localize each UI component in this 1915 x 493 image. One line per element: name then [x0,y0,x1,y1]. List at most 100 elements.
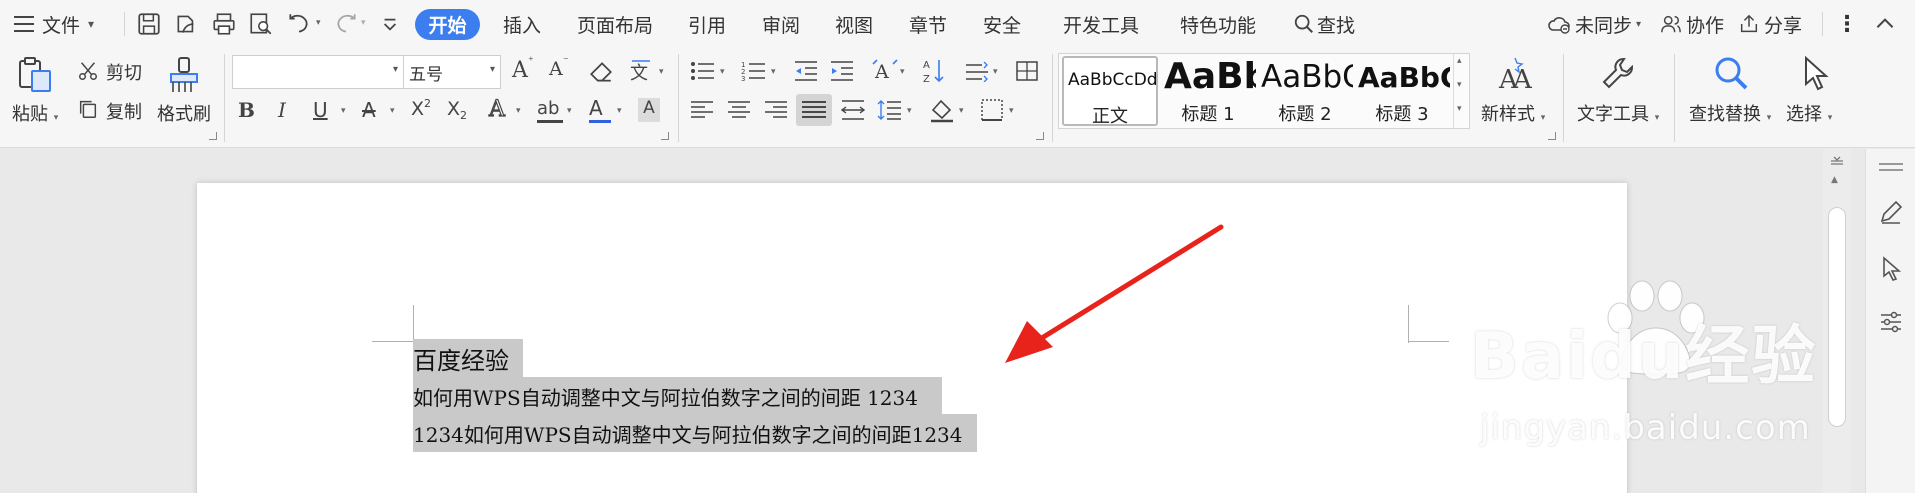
panel-handle-icon[interactable] [1879,163,1903,171]
italic-icon[interactable]: I [278,98,298,122]
align-left-icon[interactable] [690,100,714,120]
find-replace-icon[interactable] [1712,54,1750,92]
copy-icon[interactable] [77,98,99,120]
document-line[interactable]: 1234如何用WPS自动调整中文与阿拉伯数字之间的间距1234 [413,414,977,452]
collaborate-button[interactable]: 协作 [1660,0,1724,48]
style-heading-1[interactable]: AaBb 标题 1 [1160,56,1256,126]
text-tools-button[interactable]: 文字工具 ▾ [1577,100,1659,126]
chevron-down-icon[interactable]: ▾ [341,106,346,116]
chevron-down-icon[interactable]: ▾ [516,106,521,116]
tab-security[interactable]: 安全 [983,0,1021,48]
tab-insert[interactable]: 插入 [503,0,541,48]
text-effect-icon[interactable]: A [488,96,513,123]
select-cursor-icon[interactable] [1800,55,1830,93]
undo-icon[interactable] [286,11,312,37]
select-button[interactable]: 选择 ▾ [1786,100,1832,126]
chevron-down-icon[interactable]: ▾ [1457,80,1462,90]
redo-dropdown-icon[interactable]: ▾ [361,18,366,28]
clear-format-icon[interactable] [588,59,614,85]
gallery-expand-icon[interactable]: ▾ [1457,104,1462,114]
subscript-icon[interactable]: X2 [447,98,473,122]
tab-chapter[interactable]: 章节 [909,0,947,48]
pen-icon[interactable] [1878,199,1904,225]
phonetic-guide-icon[interactable]: 文 [628,57,656,85]
output-pdf-icon[interactable] [174,11,200,37]
shading-icon[interactable] [929,97,955,123]
character-shading-icon[interactable]: A [638,98,660,122]
document-page[interactable]: 百度经验 如何用WPS自动调整中文与阿拉伯数字之间的间距 1234 1234如何… [197,183,1627,493]
paste-icon[interactable] [15,55,55,95]
format-painter-icon[interactable] [166,56,202,94]
text-direction-icon[interactable]: A [871,58,899,84]
style-heading-2[interactable]: AaBbC 标题 2 [1257,56,1353,126]
gallery-scroll[interactable]: ▴ ▾ ▾ [1453,54,1469,128]
shrink-font-icon[interactable]: A ⁻ [549,54,575,84]
align-center-icon[interactable] [727,100,751,120]
sync-status-button[interactable]: 未同步 ▾ [1546,0,1641,48]
customize-quick-access-icon[interactable] [377,11,403,37]
bold-icon[interactable]: B [238,98,258,122]
share-button[interactable]: 分享 [1738,0,1802,48]
print-preview-icon[interactable] [248,11,274,37]
collapse-ribbon-icon[interactable] [1872,11,1898,37]
format-painter-button[interactable]: 格式刷 [157,100,211,126]
tab-references[interactable]: 引用 [688,0,726,48]
paste-button[interactable]: 粘贴 ▾ [12,100,58,126]
settings-sliders-icon[interactable] [1878,309,1904,335]
chevron-down-icon[interactable]: ▾ [907,106,912,116]
chevron-down-icon[interactable]: ▾ [659,67,664,77]
chevron-down-icon[interactable]: ▾ [720,67,725,77]
undo-dropdown-icon[interactable]: ▾ [316,18,321,28]
cut-button[interactable]: 剪切 [106,59,142,85]
chevron-down-icon[interactable]: ▾ [900,67,905,77]
styles-dialog-launcher[interactable] [1548,132,1556,140]
paragraph-dialog-launcher[interactable] [1036,132,1044,140]
split-view-icon[interactable] [1830,153,1844,165]
vertical-scrollbar[interactable]: ▲ [1823,149,1851,493]
sort-icon[interactable]: AZ [922,57,946,85]
new-style-icon[interactable]: AA [1497,56,1533,95]
font-size-select[interactable]: 五号 ▾ [403,55,501,89]
chevron-down-icon[interactable]: ▾ [390,106,395,116]
chevron-down-icon[interactable]: ▾ [771,67,776,77]
pointer-icon[interactable] [1878,255,1904,281]
paragraph-spacing-icon[interactable] [964,60,990,83]
style-heading-3[interactable]: AaBbC 标题 3 [1354,56,1450,126]
print-icon[interactable] [211,11,237,37]
line-spacing-icon[interactable] [877,99,903,121]
scissors-icon[interactable] [77,60,99,82]
justify-icon[interactable] [796,94,832,126]
scroll-thumb[interactable] [1828,207,1846,427]
chevron-down-icon[interactable]: ▾ [1009,106,1014,116]
chevron-up-icon[interactable]: ▴ [1457,56,1462,66]
tab-home[interactable]: 开始 [415,9,480,40]
tab-developer[interactable]: 开发工具 [1063,0,1139,48]
new-style-button[interactable]: 新样式 ▾ [1481,100,1545,126]
document-line[interactable]: 百度经验 [413,339,523,377]
tab-review[interactable]: 审阅 [762,0,800,48]
chevron-down-icon[interactable]: ▾ [993,67,998,77]
font-family-select[interactable]: ▾ [232,55,404,89]
bullet-list-icon[interactable] [690,60,716,82]
search-button[interactable]: 查找 [1293,0,1355,48]
clipboard-dialog-launcher[interactable] [209,132,217,140]
chevron-down-icon[interactable]: ▾ [617,106,622,116]
highlight-color-icon[interactable]: ab [537,98,563,124]
document-line[interactable]: 如何用WPS自动调整中文与阿拉伯数字之间的间距 1234 [413,377,942,415]
font-color-icon[interactable]: A [589,96,613,124]
tab-special-features[interactable]: 特色功能 [1180,0,1256,48]
more-options-icon[interactable]: ⋮ [1836,0,1858,48]
chevron-down-icon[interactable]: ▾ [567,106,572,116]
style-normal[interactable]: AaBbCcDd 正文 [1062,56,1158,126]
show-paragraph-marks-icon[interactable] [1015,59,1039,83]
chevron-down-icon[interactable]: ▾ [959,106,964,116]
superscript-icon[interactable]: X2 [411,97,437,122]
file-menu[interactable]: 文件 ▾ [14,0,94,48]
borders-icon[interactable] [980,98,1004,122]
tab-page-layout[interactable]: 页面布局 [577,0,653,48]
increase-indent-icon[interactable] [829,60,855,82]
chevron-up-icon[interactable]: ▲ [1831,175,1838,185]
align-right-icon[interactable] [764,100,788,120]
font-dialog-launcher[interactable] [661,132,669,140]
underline-icon[interactable]: U [313,98,335,122]
